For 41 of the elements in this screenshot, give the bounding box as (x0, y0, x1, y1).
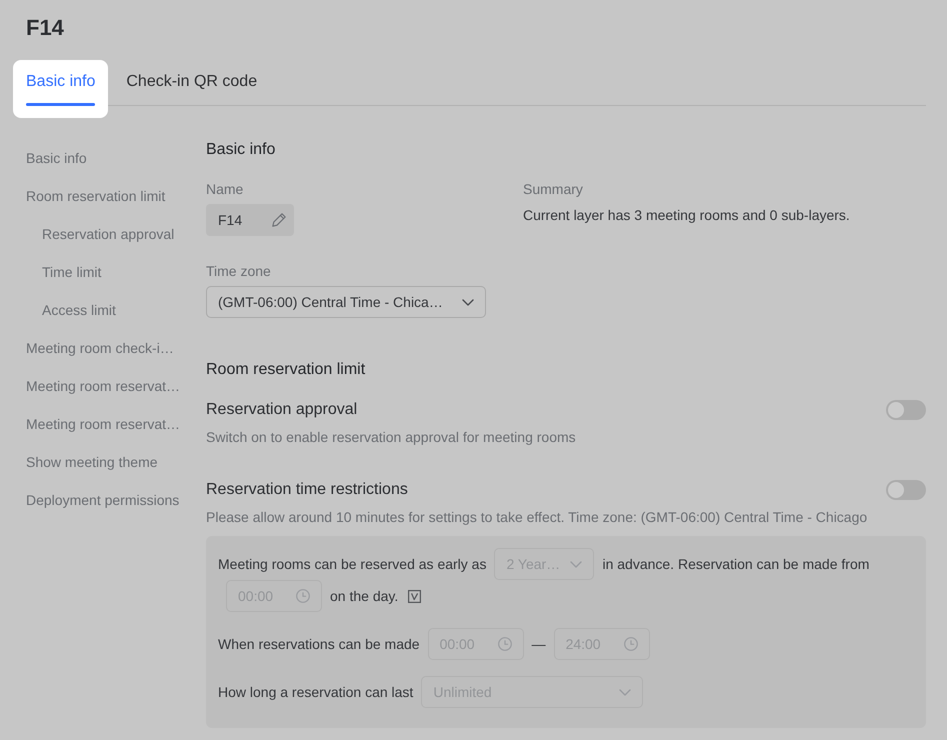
toggle-switch[interactable] (886, 480, 926, 500)
setting-title: Reservation time restrictions (206, 480, 408, 500)
sidebar-item[interactable]: Basic info (26, 139, 87, 177)
field-label: Summary (523, 180, 583, 199)
sidebar-item[interactable]: Reservation approval (42, 215, 174, 253)
setting-description: Please allow around 10 minutes for settings to take effect. Time zone: (GMT-06:00) Central Time - Chicago (206, 508, 868, 527)
pencil-icon (272, 213, 286, 227)
sidebar-item[interactable]: Meeting room reservat… (26, 367, 180, 405)
section-heading: Room reservation limit (206, 360, 366, 380)
page-title: F14 (26, 14, 64, 42)
chevron-down-icon (462, 298, 474, 306)
field-label: Time zone (206, 262, 271, 281)
sidebar-item[interactable]: Deployment permissions (26, 481, 180, 519)
clock-icon (498, 637, 512, 651)
sidebar-item[interactable]: Meeting room check-i… (26, 329, 174, 367)
clock-icon (296, 589, 310, 603)
setting-description: Switch on to enable reservation approval for meeting rooms (206, 428, 577, 447)
name-field[interactable]: F14 (206, 204, 294, 236)
tab[interactable]: Check-in QR code (113, 60, 270, 118)
sidebar-item[interactable]: Time limit (42, 253, 102, 291)
summary-text: Current layer has 3 meeting rooms and 0 sub-layers. (523, 206, 850, 225)
chevron-down-icon (619, 688, 632, 696)
sidebar-item[interactable]: Room reservation limit (26, 177, 166, 215)
chevron-down-icon (570, 560, 582, 568)
sidebar-item[interactable]: Access limit (42, 291, 116, 329)
rule-text: How long a reservation can last (218, 683, 414, 702)
toggle-switch[interactable] (886, 400, 926, 420)
section-heading: Basic info (206, 140, 276, 160)
rule-text: in advance. Reservation can be made from (602, 555, 870, 574)
sidebar-item[interactable]: Meeting room reservat… (26, 405, 180, 443)
tab[interactable]: Basic info (13, 60, 108, 118)
clock-icon (624, 637, 638, 651)
rule-text: When reservations can be made (218, 635, 420, 654)
field-label: Name (206, 180, 244, 199)
sidebar-item[interactable]: Show meeting theme (26, 443, 158, 481)
rule-text: Meeting rooms can be reserved as early as (218, 555, 486, 574)
setting-title: Reservation approval (206, 400, 358, 420)
time-zone-select[interactable]: (GMT-06:00) Central Time - Chica… (206, 286, 486, 318)
rule-text: on the day. (330, 587, 398, 606)
v-square-icon (408, 590, 422, 602)
rule-text: — (532, 635, 546, 654)
